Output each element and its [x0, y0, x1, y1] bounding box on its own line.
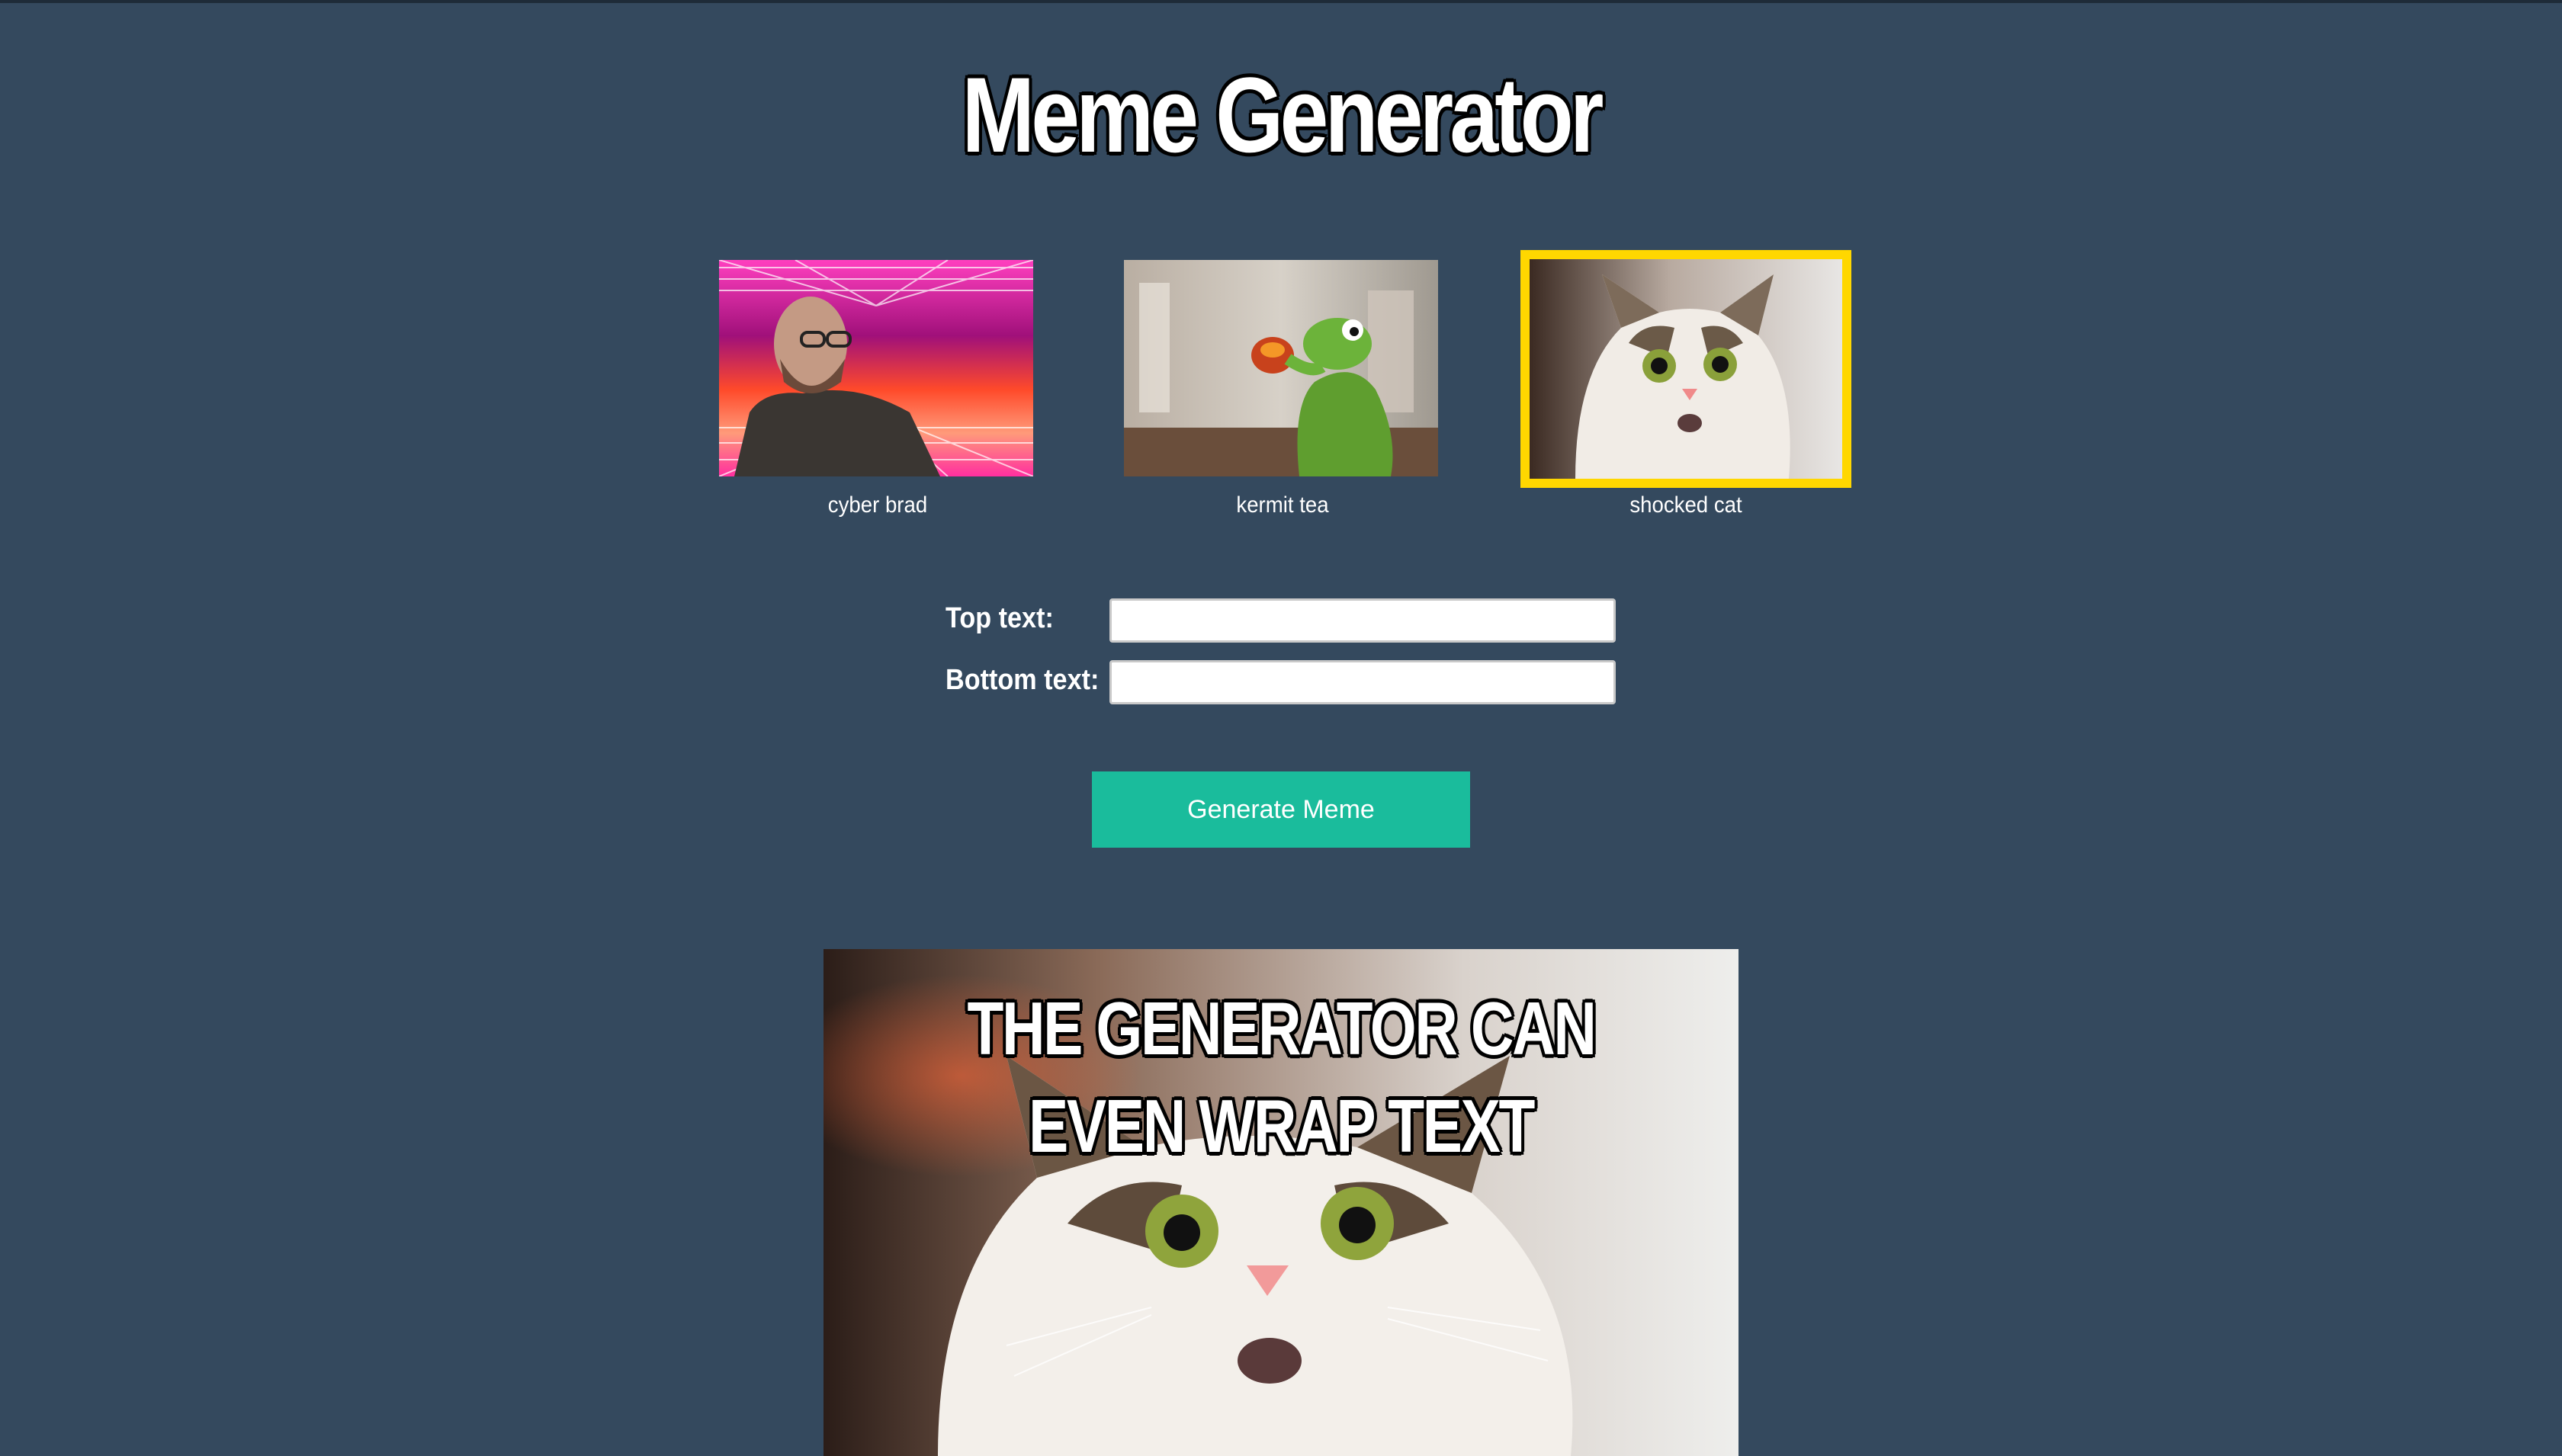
- template-caption: cyber brad: [827, 492, 928, 518]
- top-text-input[interactable]: [1109, 598, 1616, 643]
- template-caption: kermit tea: [1236, 492, 1329, 518]
- generate-meme-button[interactable]: Generate Meme: [1092, 771, 1470, 848]
- template-caption: shocked cat: [1629, 492, 1742, 518]
- page-title: Meme Generator: [962, 55, 1604, 175]
- template-kermit-tea-image[interactable]: [1124, 260, 1438, 476]
- top-border: [0, 0, 2562, 3]
- template-cyber-brad-image[interactable]: [719, 260, 1033, 476]
- template-shocked-cat[interactable]: shocked cat: [1520, 250, 1851, 518]
- template-cyber-brad[interactable]: cyber brad: [712, 250, 1043, 518]
- template-kermit-tea[interactable]: kermit tea: [1117, 250, 1448, 518]
- bottom-text-input[interactable]: [1109, 660, 1616, 704]
- bottom-text-label: Bottom text:: [946, 664, 1100, 696]
- template-shocked-cat-image[interactable]: [1520, 250, 1851, 488]
- top-text-label: Top text:: [946, 602, 1054, 634]
- meme-preview: THE GENERATOR CAN EVEN WRAP TEXT: [824, 949, 1738, 1456]
- meme-top-text: THE GENERATOR CAN EVEN WRAP TEXT: [967, 986, 1597, 1168]
